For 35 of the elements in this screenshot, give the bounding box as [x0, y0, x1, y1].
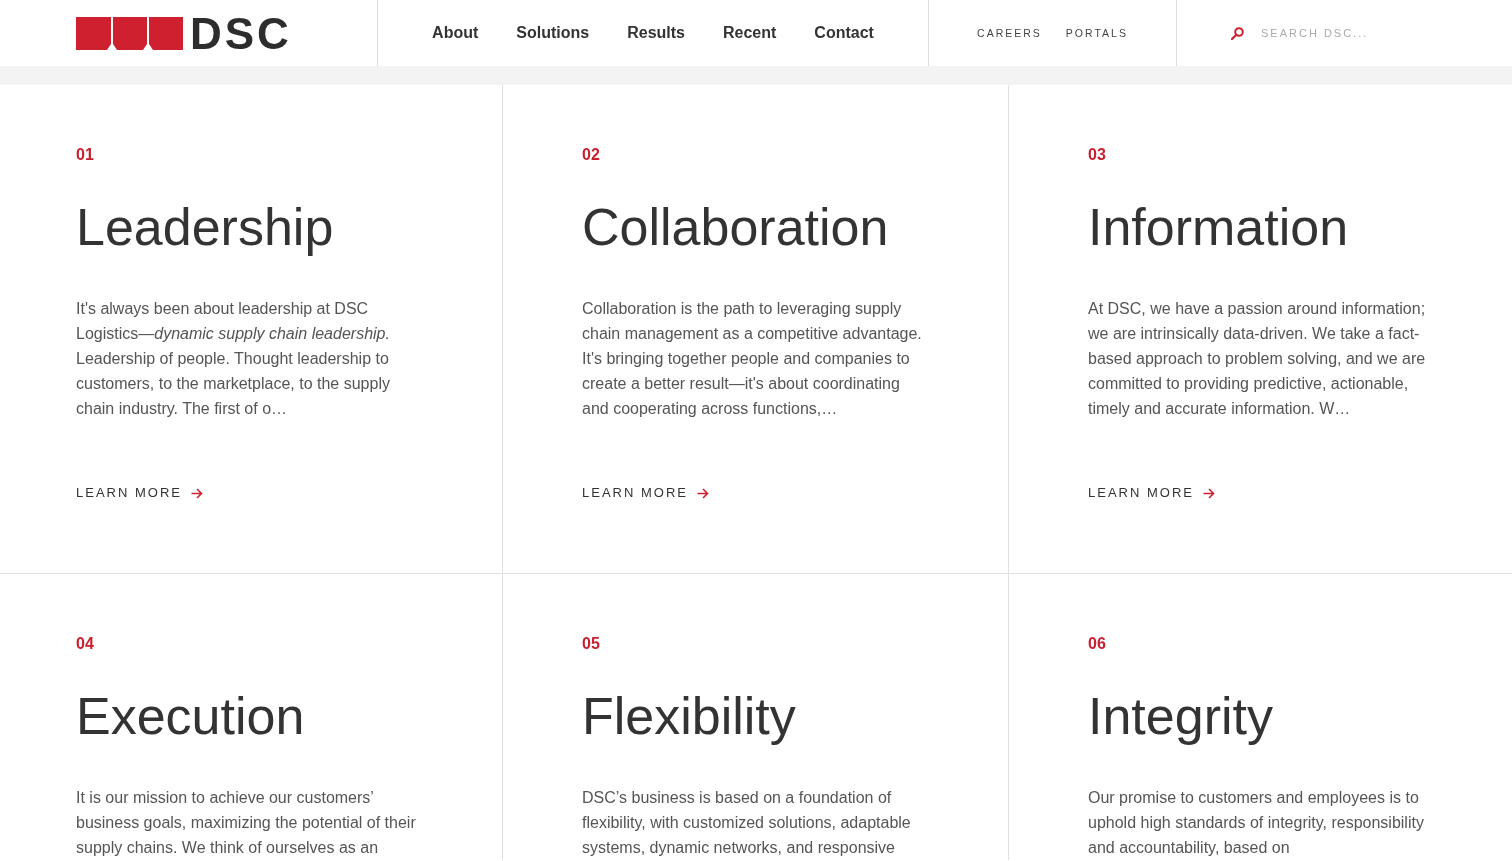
card-description: At DSC, we have a passion around information; we are intrinsically data-driven. We take a fact-based approach to problem solving, and we are committed to providing predictive, actionable, timely and accurate information. W…	[1088, 299, 1427, 419]
card-description: It is our mission to achieve our customers’ business goals, maximizing the potential of their supply chains. We think of ourselves as an	[76, 788, 417, 858]
nav-link[interactable]: Recent	[723, 23, 777, 43]
nav-link[interactable]: Contact	[814, 23, 874, 43]
card-title: Integrity	[1088, 686, 1273, 747]
nav-link[interactable]: Solutions	[516, 23, 590, 43]
card-number: 04	[76, 635, 94, 653]
card-number: 02	[582, 146, 600, 164]
card-description: Collaboration is the path to leveraging supply chain management as a competitive advantage. It's bringing together people and companies to create a better result—it's about coordinating and cooperating across functions,…	[582, 299, 923, 419]
card-description: DSC’s business is based on a foundation of flexibility, with customized solutions, adaptable systems, dynamic networks, and responsive	[582, 788, 912, 858]
utility-link[interactable]: CAREERS	[977, 26, 1042, 40]
card-description: Our promise to customers and employees is to uphold high standards of integrity, responsibility and accountability, based on	[1088, 788, 1425, 858]
logo-mark-icon	[76, 16, 183, 50]
nav-link[interactable]: About	[432, 23, 479, 43]
arrow-right-icon	[1202, 487, 1215, 499]
arrow-right-icon	[190, 487, 203, 499]
card-title: Flexibility	[582, 686, 796, 747]
search-icon[interactable]	[1231, 26, 1244, 40]
card-title: Execution	[76, 686, 305, 747]
utility-link[interactable]: PORTALS	[1065, 26, 1128, 40]
learn-more-link[interactable]: LEARN MORE	[582, 483, 709, 503]
arrow-right-icon	[696, 487, 709, 499]
card-number: 05	[582, 635, 600, 653]
learn-more-link[interactable]: LEARN MORE	[1088, 483, 1215, 503]
search-field[interactable]: SEARCH DSC...	[1261, 25, 1461, 41]
nav-link[interactable]: Results	[627, 23, 685, 43]
card-number: 03	[1088, 146, 1106, 164]
card-title: Information	[1088, 197, 1349, 258]
learn-more-link[interactable]: LEARN MORE	[76, 483, 203, 503]
card-number: 01	[76, 146, 94, 164]
card-title: Leadership	[76, 197, 334, 258]
card-description: It's always been about leadership at DSC Logistics—dynamic supply chain leadership. Leadership of people. Thought leadership to customers, to the marketplace, to the supply chain industry. The first of o…	[76, 299, 391, 419]
logo-link[interactable]: DSC	[76, 16, 292, 50]
card-title: Collaboration	[582, 197, 889, 258]
card-number: 06	[1088, 635, 1106, 653]
